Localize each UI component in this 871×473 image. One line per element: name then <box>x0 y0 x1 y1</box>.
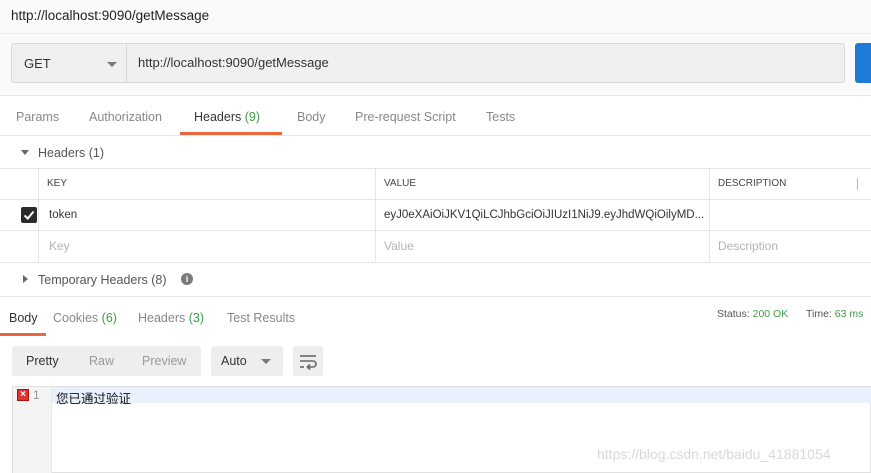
key-placeholder[interactable]: Key <box>39 231 376 262</box>
tab-count: (9) <box>244 110 261 124</box>
value-placeholder[interactable]: Value <box>376 231 710 262</box>
method-select[interactable]: GET <box>11 43 127 83</box>
header-enabled-checkbox[interactable] <box>21 207 37 223</box>
tab-count: (6) <box>101 311 117 325</box>
response-body-text: 您已通过验证 <box>56 391 132 406</box>
window-title: http://localhost:9090/getMessage <box>11 8 210 23</box>
request-bar: GET http://localhost:9090/getMessage <box>0 34 871 96</box>
section-count: (1) <box>88 146 105 160</box>
status-value: 200 OK <box>752 308 789 320</box>
line-number: 1 <box>33 388 40 402</box>
tab-label: Tests <box>486 110 516 124</box>
tab-authorization[interactable]: Authorization <box>89 110 162 124</box>
headers-section-label: Headers (1) <box>38 146 104 160</box>
tab-label: Body <box>9 311 38 325</box>
tab-label: Headers <box>194 110 242 124</box>
content-type-select[interactable]: Auto <box>211 346 283 376</box>
chevron-down-icon <box>107 62 117 67</box>
section-title: Temporary Headers <box>38 273 148 287</box>
temporary-headers-toggle[interactable]: Temporary Headers (8) <box>0 263 871 295</box>
response-tab-test-results[interactable]: Test Results <box>227 311 295 325</box>
column-options-handle[interactable] <box>857 178 858 190</box>
wrap-lines-button[interactable] <box>293 346 323 376</box>
tab-tests[interactable]: Tests <box>486 110 515 124</box>
time-label: Time: <box>806 308 832 320</box>
tab-pre-request-script[interactable]: Pre-request Script <box>355 110 456 124</box>
headers-table: KEY VALUE DESCRIPTION token eyJ0eXAiOiJK… <box>0 168 871 263</box>
tab-headers[interactable]: Headers (9) <box>194 110 260 124</box>
tab-label: Pre-request Script <box>355 110 456 124</box>
active-response-tab-indicator <box>0 333 46 336</box>
response-tab-headers[interactable]: Headers (3) <box>138 311 204 325</box>
send-button[interactable] <box>855 43 871 83</box>
column-header-key: KEY <box>39 169 376 200</box>
preview-button[interactable]: Preview <box>142 346 186 376</box>
wrap-icon <box>300 355 317 371</box>
tab-params[interactable]: Params <box>16 110 59 124</box>
tab-body[interactable]: Body <box>297 110 326 124</box>
method-label: GET <box>24 56 51 71</box>
time-indicator: Time: 63 ms <box>806 308 863 320</box>
tab-label: Authorization <box>89 110 162 124</box>
temporary-headers-label: Temporary Headers (8) <box>38 273 167 287</box>
caret-down-icon <box>21 150 29 155</box>
chevron-down-icon <box>261 359 271 364</box>
tab-label: Test Results <box>227 311 296 325</box>
url-input[interactable]: http://localhost:9090/getMessage <box>127 43 845 83</box>
status-label: Status: <box>717 308 750 320</box>
section-count: (8) <box>151 273 167 287</box>
time-value: 63 ms <box>834 308 864 320</box>
active-line-highlight <box>13 387 871 403</box>
info-icon[interactable]: i <box>181 273 193 285</box>
response-tab-body[interactable]: Body <box>9 311 38 325</box>
raw-button[interactable]: Raw <box>89 346 114 376</box>
title-bar: http://localhost:9090/getMessage <box>0 0 871 34</box>
status-indicator: Status: 200 OK <box>717 308 788 320</box>
checkmark-icon <box>23 210 35 220</box>
request-tabs: Params Authorization Headers (9) Body Pr… <box>0 96 871 136</box>
watermark: https://blog.csdn.net/baidu_41881054 <box>597 446 831 462</box>
tab-label: Params <box>16 110 60 124</box>
checkbox-column-header <box>0 169 39 200</box>
tab-count: (3) <box>188 311 205 325</box>
column-header-description: DESCRIPTION <box>710 169 871 200</box>
tab-label: Cookies <box>53 311 99 325</box>
active-tab-indicator <box>180 132 282 135</box>
format-button-group: Pretty Raw Preview <box>12 346 201 376</box>
caret-right-icon <box>23 275 28 283</box>
header-value-cell[interactable]: eyJ0eXAiOiJKV1QiLCJhbGciOiJIUzI1NiJ9.eyJ… <box>376 200 710 231</box>
tab-label: Headers <box>138 311 186 325</box>
headers-section-toggle[interactable]: Headers (1) <box>0 136 871 168</box>
header-key-cell[interactable]: token <box>39 200 376 231</box>
error-icon: × <box>17 389 29 401</box>
column-header-value: VALUE <box>376 169 710 200</box>
section-title: Headers <box>38 146 86 160</box>
description-placeholder[interactable]: Description <box>710 231 871 262</box>
header-description-cell[interactable] <box>710 200 871 231</box>
content-type-label: Auto <box>221 354 247 368</box>
tab-label: Body <box>297 110 326 124</box>
pretty-button[interactable]: Pretty <box>26 346 59 376</box>
empty-checkbox-cell <box>0 231 39 262</box>
response-tab-cookies[interactable]: Cookies (6) <box>53 311 117 325</box>
